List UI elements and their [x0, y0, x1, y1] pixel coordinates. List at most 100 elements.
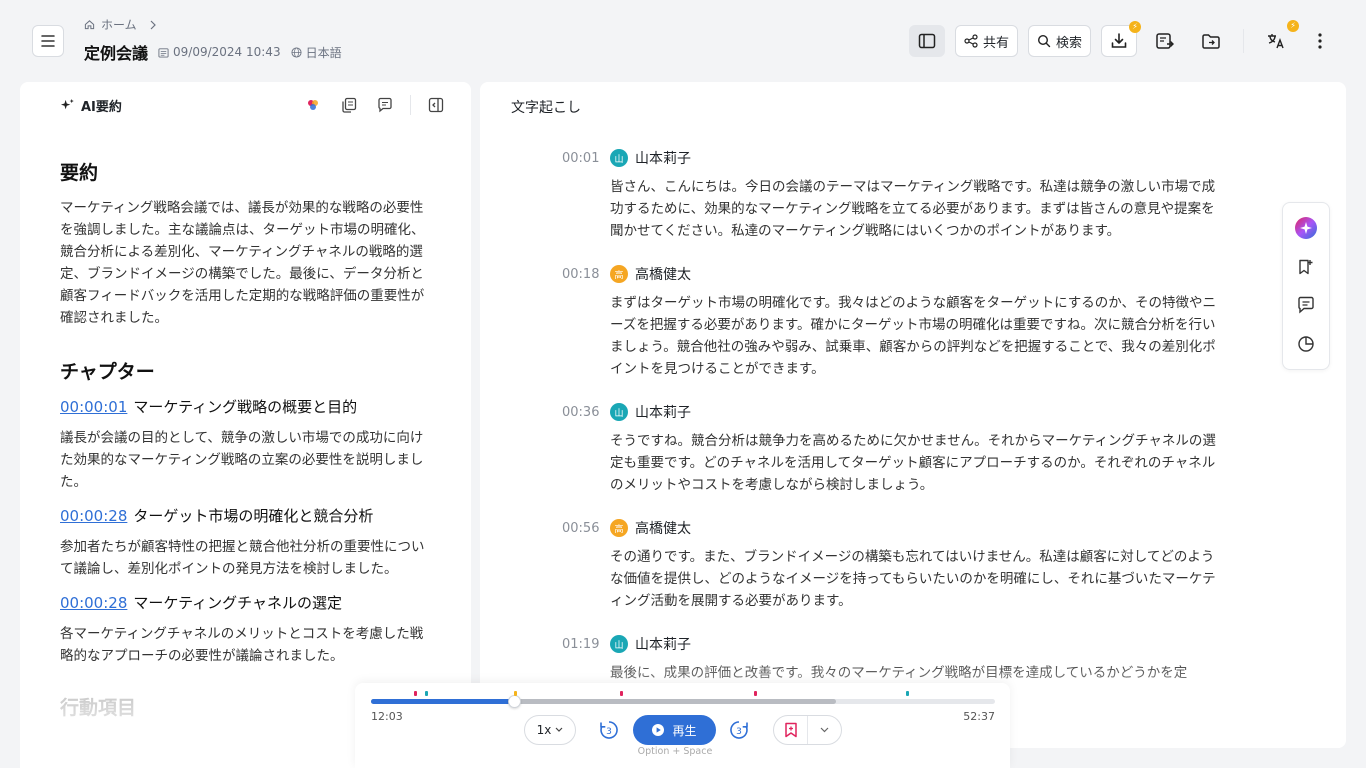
speaker-avatar: 山 — [610, 635, 628, 653]
more-options-button[interactable] — [1304, 25, 1336, 57]
chevron-right-icon — [150, 20, 156, 29]
move-folder-button[interactable] — [1193, 25, 1229, 57]
segment-text[interactable]: そうですね。競合分析は競争力を高めるために欠かせません。それからマーケティングチ… — [610, 430, 1222, 496]
ai-model-icon — [308, 100, 318, 110]
timeline-marker[interactable] — [414, 691, 418, 696]
translate-button[interactable]: ⚡ — [1258, 20, 1299, 57]
chapter-item: 00:00:01 マーケティング戦略の概要と目的 議長が会議の目的として、競争の激… — [60, 396, 430, 493]
sparkle-icon — [60, 98, 74, 110]
speaker-avatar: 高 — [610, 265, 628, 283]
toggle-panel-button[interactable] — [908, 25, 945, 57]
segment-text[interactable]: 皆さん、こんにちは。今日の会議のテーマはマーケティング戦略です。私達は競争の激し… — [610, 176, 1222, 242]
speaker-name[interactable]: 高橋健太 — [635, 264, 691, 284]
speaker-avatar: 山 — [610, 149, 628, 167]
toolbar: 共有 検索 ⚡ ⚡ — [908, 20, 1336, 57]
chat-edit-icon — [378, 97, 392, 113]
summary-content: 要約 マーケティング戦略会議では、議長が効果的な戦略の必要性を強調しました。主な… — [60, 158, 430, 732]
translate-icon — [1268, 34, 1284, 49]
meeting-language[interactable]: 日本語 — [291, 44, 342, 61]
segment-text[interactable]: 最後に、成果の評価と改善です。我々のマーケティング戦略が目標を達成しているかどう… — [610, 662, 1222, 684]
chapter-description: 各マーケティングチャネルのメリットとコストを考慮した戦略的なアプローチの必要性が… — [60, 626, 424, 664]
timeline-marker[interactable] — [754, 691, 758, 696]
folder-icon — [1202, 34, 1220, 49]
hamburger-icon — [41, 35, 55, 47]
add-bookmark-button[interactable] — [1294, 255, 1318, 279]
segment-timestamp[interactable]: 00:56 — [562, 521, 610, 536]
ai-assistant-button[interactable] — [1294, 216, 1318, 240]
pie-chart-icon — [1298, 336, 1314, 352]
chapter-item: 00:00:28 ターゲット市場の明確化と競合分析 参加者たちが顧客特性の把握と競… — [60, 505, 430, 580]
skip-forward-button[interactable]: 3 — [728, 719, 750, 741]
play-label: 再生 — [672, 723, 697, 738]
comment-summary-button[interactable] — [374, 94, 396, 116]
analytics-button[interactable] — [1294, 332, 1318, 356]
header-separator — [410, 95, 411, 115]
progress-thumb[interactable] — [507, 695, 521, 708]
play-icon — [652, 724, 665, 736]
chapter-item: 00:00:28 マーケティングチャネルの選定 各マーケティングチャネルのメリット… — [60, 592, 430, 667]
collapse-panel-button[interactable] — [425, 94, 447, 116]
download-button[interactable]: ⚡ — [1101, 21, 1141, 57]
search-button[interactable]: 検索 — [1027, 25, 1091, 57]
segment-timestamp[interactable]: 00:01 — [562, 151, 610, 166]
copy-icon — [342, 97, 357, 113]
bookmark-icon — [784, 722, 797, 738]
segment-timestamp[interactable]: 01:19 — [562, 637, 610, 652]
segment-text[interactable]: その通りです。また、ブランドイメージの構築も忘れてはいけません。私達は顧客に対し… — [610, 546, 1222, 612]
skip-back-button[interactable]: 3 — [598, 719, 620, 741]
meeting-date: 09/09/2024 10:43 — [158, 45, 281, 59]
timeline-marker[interactable] — [619, 691, 623, 696]
chapter-timestamp-link[interactable]: 00:00:28 — [60, 594, 127, 612]
premium-bolt-icon: ⚡ — [1129, 21, 1141, 33]
speaker-name[interactable]: 高橋健太 — [635, 518, 691, 538]
more-vertical-icon — [1318, 33, 1322, 49]
share-label: 共有 — [982, 35, 1009, 51]
play-shortcut-hint: Option + Space — [637, 746, 713, 757]
page-title[interactable]: 定例会議 — [84, 40, 148, 64]
bookmark-button[interactable] — [774, 716, 807, 744]
comments-button[interactable] — [1294, 293, 1318, 317]
breadcrumb: ホーム — [84, 16, 157, 33]
segment-timestamp[interactable]: 00:18 — [562, 267, 610, 282]
copy-summary-button[interactable] — [338, 94, 360, 116]
speaker-name[interactable]: 山本莉子 — [635, 402, 691, 422]
share-icon — [964, 34, 978, 48]
segment-text[interactable]: まずはターゲット市場の明確化です。我々はどのような顧客をターゲットにするのか、そ… — [610, 292, 1222, 380]
chapter-timestamp-link[interactable]: 00:00:28 — [60, 507, 127, 525]
share-button[interactable]: 共有 — [954, 25, 1018, 57]
transcript-segment: 00:36 山 山本莉子 そうですね。競合分析は競争力を高めるために欠かせません… — [562, 402, 1222, 496]
chapter-title: 00:00:28 マーケティングチャネルの選定 — [60, 592, 430, 613]
total-time: 52:37 — [963, 710, 995, 723]
export-button[interactable] — [1147, 25, 1183, 57]
chapters-heading: チャプター — [60, 361, 155, 383]
bookmark-menu-button[interactable] — [808, 716, 841, 744]
chapter-title: 00:00:28 ターゲット市場の明確化と競合分析 — [60, 505, 430, 526]
progress-track[interactable] — [371, 691, 995, 708]
speed-value: 1x — [536, 723, 552, 737]
speaker-avatar: 山 — [610, 403, 628, 421]
chevron-down-icon — [820, 727, 829, 733]
segment-timestamp[interactable]: 00:36 — [562, 405, 610, 420]
breadcrumb-home-link[interactable]: ホーム — [101, 16, 137, 33]
timeline-marker[interactable] — [513, 691, 517, 696]
bookmark-add-icon — [1299, 259, 1313, 274]
ai-summary-panel: AI要約 要約 マーケティング戦略会議では、議長が効果的な戦略の必要性を強調しま… — [20, 82, 471, 768]
timeline-marker[interactable] — [424, 691, 428, 696]
rewind-icon: 3 — [600, 721, 618, 739]
side-toolbar — [1282, 202, 1330, 370]
date-text: 09/09/2024 10:43 — [173, 45, 281, 59]
play-button[interactable]: 再生 — [633, 715, 716, 745]
export-doc-icon — [1156, 33, 1174, 49]
transcript-panel: 文字起こし 00:01 山 山本莉子 皆さん、こんにちは。今日の会議のテーマはマ… — [480, 82, 1346, 748]
speaker-name[interactable]: 山本莉子 — [635, 148, 691, 168]
playback-speed-button[interactable]: 1x — [524, 715, 576, 745]
premium-bolt-icon: ⚡ — [1287, 20, 1299, 32]
menu-button[interactable] — [32, 25, 64, 57]
ai-model-button[interactable] — [302, 94, 324, 116]
speaker-name[interactable]: 山本莉子 — [635, 634, 691, 654]
ai-summary-header: AI要約 — [60, 96, 122, 115]
transcript-segment: 00:18 高 高橋健太 まずはターゲット市場の明確化です。我々はどのような顧客… — [562, 264, 1222, 380]
chapter-timestamp-link[interactable]: 00:00:01 — [60, 398, 127, 416]
timeline-marker[interactable] — [905, 691, 909, 696]
played-bar — [371, 699, 514, 704]
